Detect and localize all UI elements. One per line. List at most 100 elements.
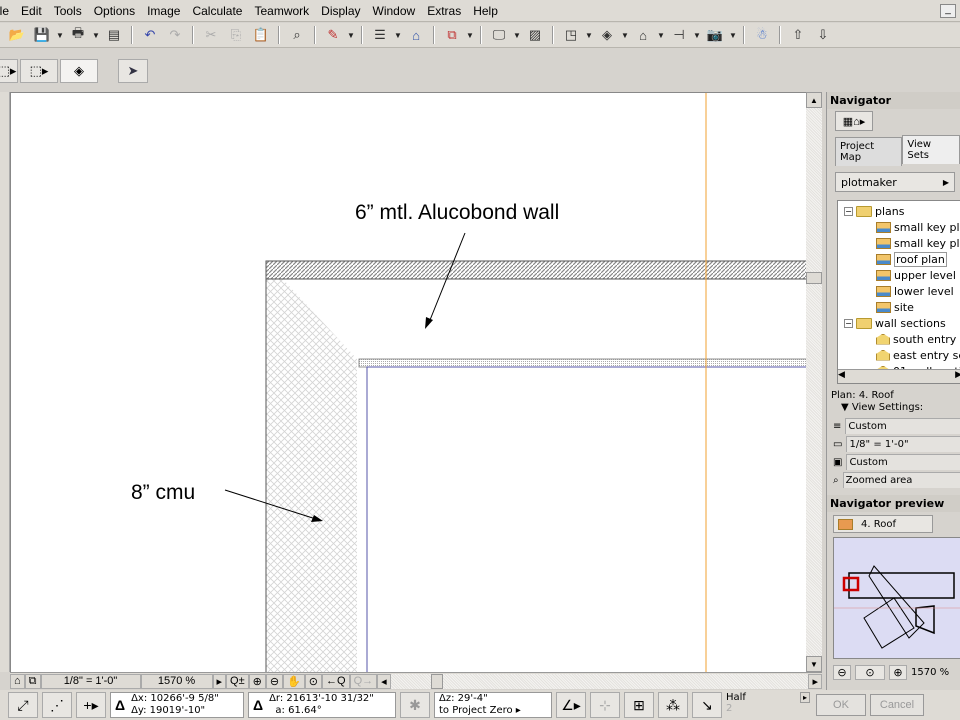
undo-icon[interactable]: ↶ bbox=[139, 25, 161, 45]
story-icon[interactable]: ⌂ bbox=[10, 673, 25, 689]
tree-item[interactable]: south entry s bbox=[876, 331, 960, 347]
find-select-icon[interactable]: ⌕ bbox=[286, 25, 308, 45]
preview-zoom-out[interactable]: ⊖ bbox=[833, 665, 851, 680]
dr-value[interactable]: 21613'-10 31/32" bbox=[286, 693, 374, 704]
z-reference[interactable]: to Project Zero bbox=[439, 705, 513, 716]
ok-button[interactable]: OK bbox=[816, 694, 866, 716]
cursor-snap-icon[interactable]: +▸ bbox=[76, 692, 106, 718]
go-up-story-icon[interactable]: ⇧ bbox=[787, 25, 809, 45]
inner-finish-band[interactable] bbox=[358, 358, 806, 368]
pan-icon[interactable]: ✋ bbox=[283, 673, 305, 689]
tree-item[interactable]: roof plan bbox=[876, 251, 947, 267]
zoom-field[interactable]: 1570 % bbox=[140, 673, 213, 689]
tree-item[interactable]: upper level bbox=[876, 267, 956, 283]
elevation-marker-icon[interactable]: ⌂ bbox=[405, 25, 427, 45]
detail-icon[interactable]: ⊣ bbox=[668, 25, 690, 45]
detail-dropdown[interactable]: ▼ bbox=[693, 31, 701, 40]
menu-calculate[interactable]: Calculate bbox=[186, 4, 248, 18]
scroll-down-button[interactable]: ▼ bbox=[806, 656, 822, 672]
zoom-fit-icon[interactable]: Q± bbox=[226, 673, 249, 689]
menu-edit[interactable]: Edit bbox=[15, 4, 48, 18]
navigator-mode-button[interactable]: ▦⌂▸ bbox=[835, 111, 873, 131]
help-assistant-icon[interactable]: ☃ bbox=[751, 25, 773, 45]
menu-help[interactable]: Help bbox=[467, 4, 504, 18]
snap-line-icon[interactable]: ⤢ bbox=[8, 692, 38, 718]
angle-constraint-icon[interactable]: ∠▸ bbox=[556, 692, 586, 718]
menu-display[interactable]: Display bbox=[315, 4, 366, 18]
zoom-out-icon[interactable]: ⊖ bbox=[265, 673, 284, 689]
tree-item[interactable]: lower level bbox=[876, 283, 954, 299]
camera-icon[interactable]: 📷 bbox=[704, 25, 726, 45]
drawing-canvas[interactable]: 6” mtl. Alucobond wall 8” cmu bbox=[10, 92, 806, 672]
tree-item[interactable]: − wall sections bbox=[844, 315, 946, 331]
menu-extras[interactable]: Extras bbox=[421, 4, 467, 18]
tab-view-sets[interactable]: View Sets bbox=[902, 135, 960, 164]
camera-dropdown[interactable]: ▼ bbox=[729, 31, 737, 40]
tree-item[interactable]: small key plan bbox=[876, 235, 960, 251]
alucobond-wall[interactable] bbox=[265, 260, 806, 280]
scale-field[interactable]: 1/8" = 1'-0" bbox=[40, 673, 141, 689]
tree-item[interactable]: small key plan bbox=[876, 219, 960, 235]
previous-zoom-icon[interactable]: ←Q bbox=[322, 673, 350, 689]
floor-plan-icon[interactable]: ◳ bbox=[560, 25, 582, 45]
redo-icon[interactable]: ↷ bbox=[164, 25, 186, 45]
pen-icon[interactable]: ↘ bbox=[692, 692, 722, 718]
zoom-window-icon[interactable]: ⧉ bbox=[24, 673, 41, 689]
cancel-button[interactable]: Cancel bbox=[870, 694, 924, 716]
tab-project-map[interactable]: Project Map bbox=[835, 137, 903, 166]
menu-ile[interactable]: ile bbox=[0, 4, 15, 18]
zoom-menu-arrow[interactable]: ▸ bbox=[212, 673, 227, 689]
print-icon[interactable]: 🖶 bbox=[67, 25, 89, 45]
menu-window[interactable]: Window bbox=[367, 4, 422, 18]
project-zero-icon[interactable]: ✱ bbox=[400, 692, 430, 718]
relative-construction-icon[interactable]: ⊹ bbox=[590, 692, 620, 718]
display-icon[interactable]: 🖵 bbox=[488, 25, 510, 45]
layers-dropdown[interactable]: ▼ bbox=[394, 31, 402, 40]
display-dropdown[interactable]: ▼ bbox=[513, 31, 521, 40]
display-setting[interactable]: Custom bbox=[846, 454, 960, 470]
scroll-left-button[interactable]: ◀ bbox=[838, 370, 845, 383]
layer-setting[interactable]: Custom bbox=[845, 418, 960, 434]
copy-icon[interactable]: ⎘ bbox=[225, 25, 247, 45]
save-dropdown[interactable]: ▼ bbox=[56, 31, 64, 40]
angle-value[interactable]: 61.64° bbox=[288, 705, 322, 716]
dx-value[interactable]: 10266'-9 5/8" bbox=[150, 693, 218, 704]
scroll-right-button[interactable]: ▸ bbox=[808, 673, 822, 689]
floor-plan-dropdown[interactable]: ▼ bbox=[585, 31, 593, 40]
view-set-selector[interactable]: plotmaker ▶ bbox=[835, 172, 955, 192]
cut-icon[interactable]: ✂ bbox=[200, 25, 222, 45]
snap-grid-icon[interactable]: ⋰ bbox=[42, 692, 72, 718]
pick-up-icon[interactable]: ✎ bbox=[322, 25, 344, 45]
gravity-icon[interactable]: ⊞ bbox=[624, 692, 654, 718]
pen-dropdown[interactable]: ▸ bbox=[799, 692, 810, 703]
view-settings-toggle[interactable]: ▼ View Settings: bbox=[841, 402, 960, 413]
h-scroll-thumb[interactable] bbox=[430, 673, 443, 689]
magic-wand-icon[interactable]: ⁂ bbox=[658, 692, 688, 718]
rect-marquee-tool[interactable]: ⬚▸ bbox=[20, 59, 58, 83]
eraser-tool[interactable]: ◈ bbox=[60, 59, 98, 83]
group-dropdown[interactable]: ▼ bbox=[466, 31, 474, 40]
paste-icon[interactable]: 📋 bbox=[250, 25, 272, 45]
print-dropdown[interactable]: ▼ bbox=[92, 31, 100, 40]
menu-image[interactable]: Image bbox=[141, 4, 186, 18]
preview-viewport[interactable] bbox=[842, 576, 860, 592]
navigator-preview[interactable] bbox=[833, 537, 960, 659]
section-dropdown[interactable]: ▼ bbox=[657, 31, 665, 40]
dy-value[interactable]: 19019'-10" bbox=[150, 705, 206, 716]
preview-view-selector[interactable]: 4. Roof bbox=[833, 515, 933, 533]
open-icon[interactable]: 📂 bbox=[6, 25, 28, 45]
pick-up-dropdown[interactable]: ▼ bbox=[347, 31, 355, 40]
layers-icon[interactable]: ☰ bbox=[369, 25, 391, 45]
group-icon[interactable]: ⧉ bbox=[441, 25, 463, 45]
section-icon[interactable]: ⌂ bbox=[632, 25, 654, 45]
scale-setting[interactable]: 1/8" = 1'-0" bbox=[846, 436, 960, 452]
collapse-icon[interactable]: − bbox=[844, 318, 853, 328]
fit-in-window-icon[interactable]: ⊙ bbox=[304, 673, 322, 689]
collapse-icon[interactable]: − bbox=[844, 206, 853, 216]
menu-tools[interactable]: Tools bbox=[48, 4, 88, 18]
preview-zoom-in[interactable]: ⊕ bbox=[889, 665, 907, 680]
pen-selector[interactable]: Half 2 ▸ bbox=[726, 692, 812, 718]
3d-window-icon[interactable]: ◈ bbox=[596, 25, 618, 45]
3d-dropdown[interactable]: ▼ bbox=[621, 31, 629, 40]
preview-fit[interactable]: ⊙ bbox=[855, 665, 885, 680]
